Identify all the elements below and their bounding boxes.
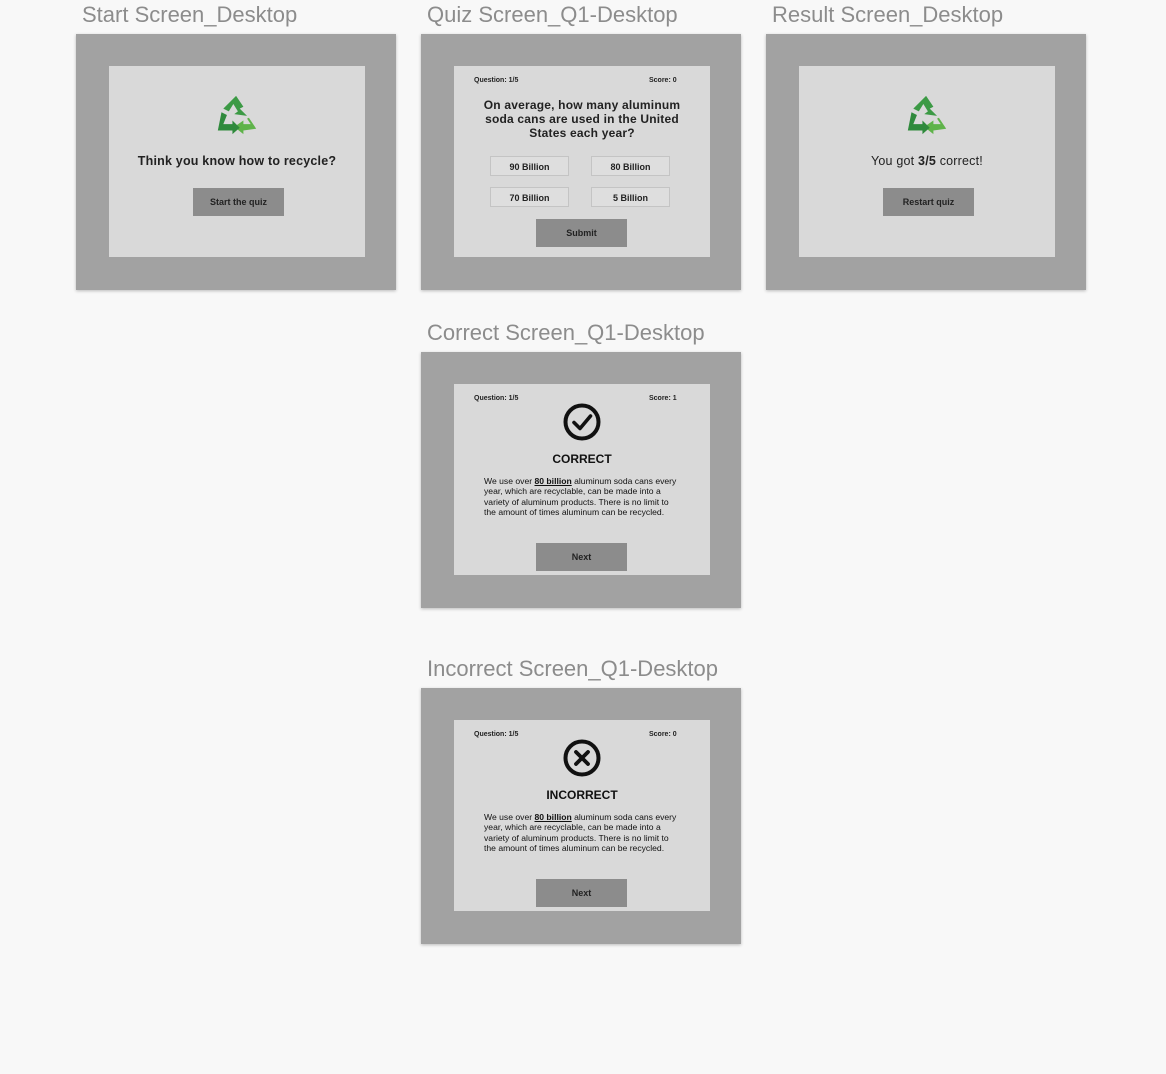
frame-title-start: Start Screen_Desktop [82, 2, 298, 27]
explanation-text: We use over 80 billion aluminum soda can… [484, 812, 680, 854]
status-title: CORRECT [552, 452, 612, 466]
incorrect-screen-frame: Question: 1/5 Score: 0 INCORRECT We use … [421, 688, 741, 944]
explanation-text: We use over 80 billion aluminum soda can… [484, 476, 680, 518]
explain-prefix: We use over [484, 476, 535, 486]
quiz-card: Question: 1/5 Score: 0 On average, how m… [454, 66, 710, 257]
quiz-question: On average, how many aluminum soda cans … [483, 98, 681, 140]
explain-highlight: 80 billion [534, 476, 572, 486]
start-card: Think you know how to recycle? Start the… [109, 66, 365, 257]
status-title: INCORRECT [546, 788, 618, 802]
frame-title-quiz: Quiz Screen_Q1-Desktop [427, 2, 678, 27]
recycle-icon [217, 95, 257, 135]
result-prefix: You got [871, 154, 919, 168]
explain-prefix: We use over [484, 812, 535, 822]
x-circle-icon [563, 739, 601, 777]
question-counter: Question: 1/5 [474, 77, 519, 84]
frame-title-correct: Correct Screen_Q1-Desktop [427, 320, 705, 345]
question-counter: Question: 1/5 [474, 731, 519, 738]
result-card: You got 3/5 correct! Restart quiz [799, 66, 1055, 257]
score-label: Score: 0 [649, 731, 677, 738]
answer-option-2[interactable]: 80 Billion [591, 156, 670, 176]
answer-option-3[interactable]: 70 Billion [490, 187, 569, 207]
restart-quiz-button[interactable]: Restart quiz [883, 188, 974, 216]
submit-button[interactable]: Submit [536, 219, 627, 247]
answer-option-1[interactable]: 90 Billion [490, 156, 569, 176]
result-score: 3/5 [918, 154, 937, 168]
check-circle-icon [563, 403, 601, 441]
start-quiz-button[interactable]: Start the quiz [193, 188, 284, 216]
next-button[interactable]: Next [536, 543, 627, 571]
result-suffix: correct! [936, 154, 983, 168]
start-heading: Think you know how to recycle? [137, 154, 337, 168]
frame-title-result: Result Screen_Desktop [772, 2, 1004, 27]
score-label: Score: 0 [649, 77, 677, 84]
correct-card: Question: 1/5 Score: 1 CORRECT We use ov… [454, 384, 710, 575]
explain-highlight: 80 billion [534, 812, 572, 822]
result-text: You got 3/5 correct! [799, 154, 1055, 168]
frame-title-incorrect: Incorrect Screen_Q1-Desktop [427, 656, 719, 681]
start-screen-frame: Think you know how to recycle? Start the… [76, 34, 396, 290]
recycle-icon [907, 95, 947, 135]
answer-option-4[interactable]: 5 Billion [591, 187, 670, 207]
next-button[interactable]: Next [536, 879, 627, 907]
quiz-screen-frame: Question: 1/5 Score: 0 On average, how m… [421, 34, 741, 290]
score-label: Score: 1 [649, 395, 677, 402]
incorrect-card: Question: 1/5 Score: 0 INCORRECT We use … [454, 720, 710, 911]
question-counter: Question: 1/5 [474, 395, 519, 402]
result-screen-frame: You got 3/5 correct! Restart quiz [766, 34, 1086, 290]
correct-screen-frame: Question: 1/5 Score: 1 CORRECT We use ov… [421, 352, 741, 608]
